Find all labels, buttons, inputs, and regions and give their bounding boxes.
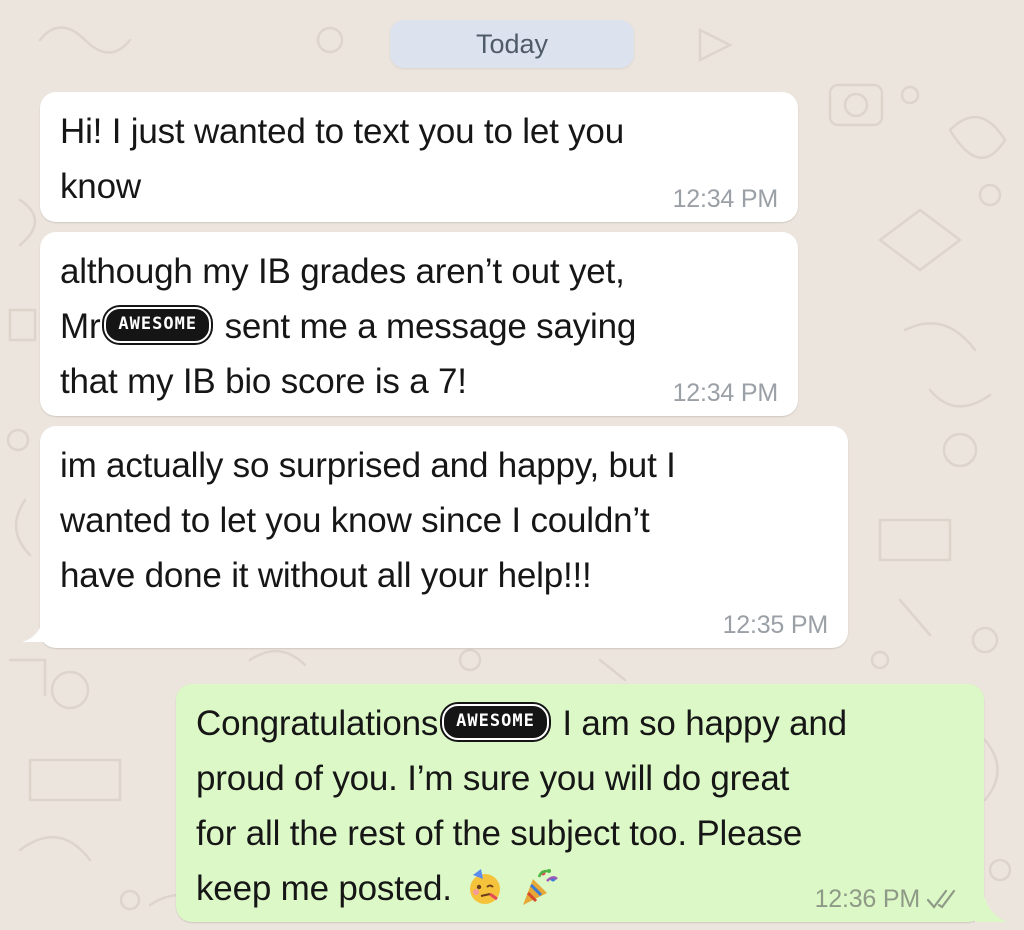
message-timestamp: 12:35 PM (722, 611, 829, 639)
double-check-read-icon (926, 889, 956, 909)
message-text: I am so happy and (552, 704, 847, 743)
date-separator: Today (390, 20, 634, 68)
awesome-sticker: AWESOME (104, 306, 212, 343)
outgoing-bubble-tail (975, 884, 1007, 922)
message-text-line: Congratulations AWESOME I am so happy and (196, 696, 964, 751)
message-bubble-incoming[interactable]: although my IB grades aren’t out yet, Mr… (40, 232, 798, 416)
message-bubble-outgoing[interactable]: Congratulations AWESOME I am so happy and… (176, 684, 984, 922)
message-bubble-incoming[interactable]: im actually so surprised and happy, but … (40, 426, 848, 648)
message-text: Congratulations (196, 704, 439, 743)
message-text: sent me a message saying (215, 307, 637, 346)
message-text: Mr (60, 307, 101, 346)
message-text: im actually so surprised and happy, but … (60, 446, 676, 485)
incoming-bubble-tail (22, 610, 52, 642)
message-text: although my IB grades aren’t out yet, (60, 252, 625, 291)
message-text: know (60, 167, 141, 206)
message-text: that my IB bio score is a 7! (60, 362, 467, 401)
message-text: have done it without all your help!!! (60, 556, 592, 595)
message-text-line: Mr AWESOME sent me a message saying (60, 299, 778, 354)
message-timestamp: 12:36 PM (814, 885, 921, 913)
message-timestamp: 12:34 PM (672, 379, 779, 407)
message-text: for all the rest of the subject too. Ple… (196, 814, 803, 853)
partying-face-emoji (465, 867, 505, 907)
message-text: Hi! I just wanted to text you to let you (60, 112, 624, 151)
message-text: keep me posted. (196, 869, 452, 908)
message-bubble-incoming[interactable]: Hi! I just wanted to text you to let you… (40, 92, 798, 222)
awesome-sticker: AWESOME (442, 703, 549, 740)
message-timestamp: 12:34 PM (672, 185, 779, 213)
message-text: wanted to let you know since I couldn’t (60, 501, 650, 540)
party-popper-emoji (519, 867, 559, 907)
message-text: proud of you. I’m sure you will do great (196, 759, 790, 798)
